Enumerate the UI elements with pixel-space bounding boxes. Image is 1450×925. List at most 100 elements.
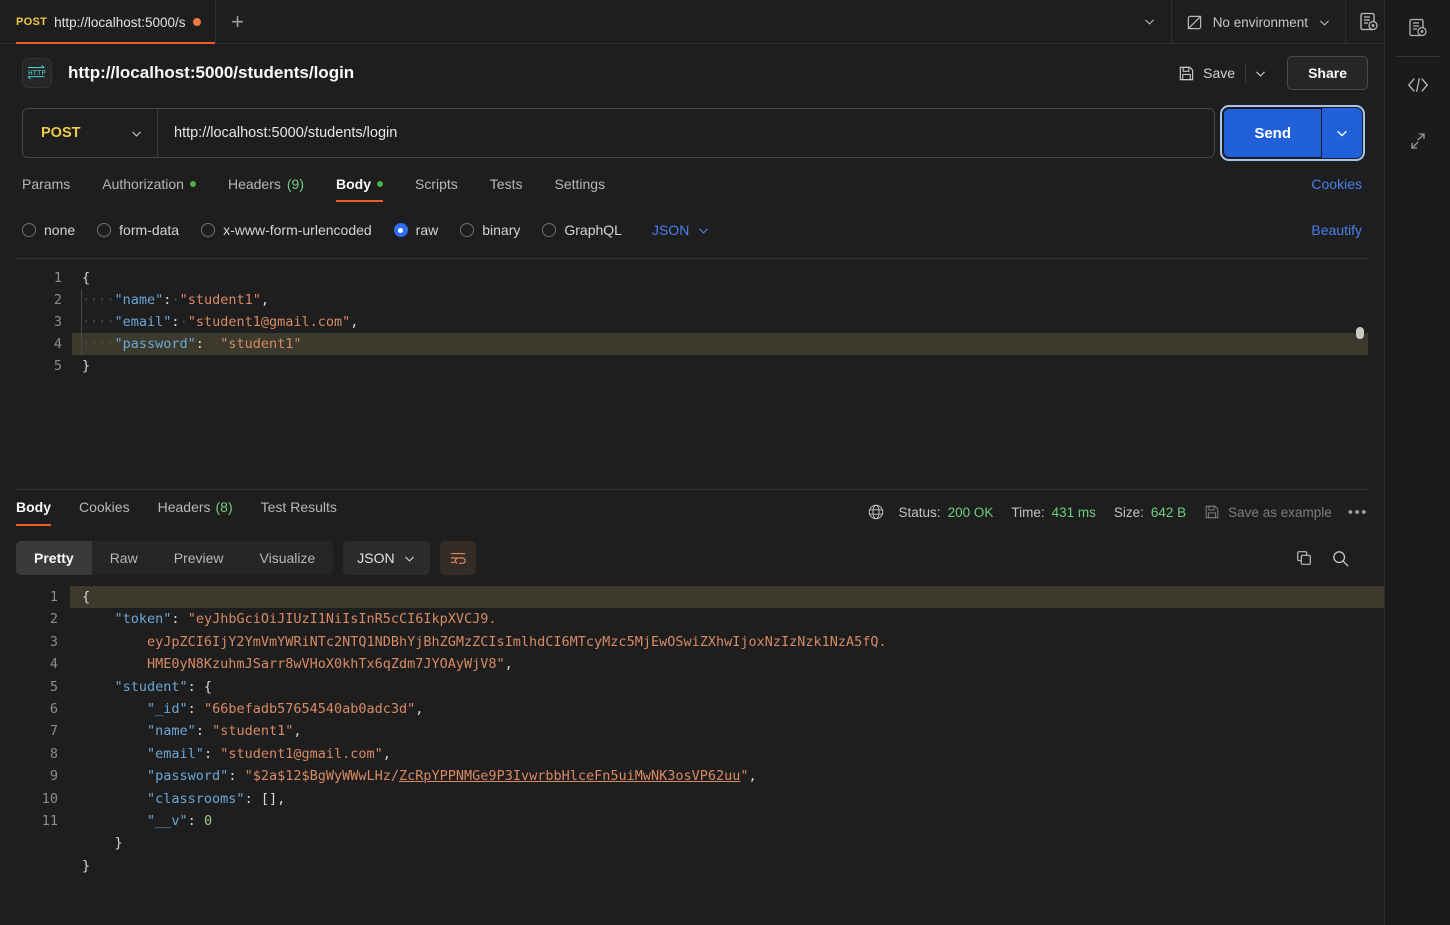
body-type-urlencoded[interactable]: x-www-form-urlencoded <box>201 222 372 238</box>
response-line-10: } <box>114 835 123 852</box>
body-format-selector[interactable]: JSON <box>652 222 710 238</box>
body-type-form-data-label: form-data <box>119 222 180 238</box>
request-tab-active[interactable]: POST http://localhost:5000/s <box>0 0 216 44</box>
response-tab-test-results[interactable]: Test Results <box>261 499 337 526</box>
line-number: 8 <box>49 745 58 762</box>
cookies-link[interactable]: Cookies <box>1311 176 1362 202</box>
save-label: Save <box>1203 65 1236 81</box>
tab-headers-label: Headers <box>227 176 281 192</box>
code-snippet-button[interactable] <box>1385 57 1450 113</box>
view-visualize-button[interactable]: Visualize <box>242 541 334 575</box>
size-label: Size: <box>1113 504 1144 520</box>
radio-graphql-icon <box>542 223 557 237</box>
response-line-2: "token": "eyJhbGciOiJIUzI1NiIsInR5cCI6Ik… <box>114 611 497 628</box>
environment-quick-look-button[interactable] <box>1345 0 1384 44</box>
status-badge: Status: 200 OK <box>899 505 994 520</box>
new-tab-button[interactable]: + <box>216 0 260 44</box>
status-value: 200 OK <box>947 504 994 520</box>
line-number: 3 <box>49 633 58 650</box>
response-tab-cookies-label: Cookies <box>79 498 130 515</box>
response-line-2-wrap-a: eyJpZCI6IjY2YmVmYWRiNTc2NTQ1NDBhYjBhZGMz… <box>70 631 1384 653</box>
body-type-raw[interactable]: raw <box>393 222 438 238</box>
body-type-row: none form-data x-www-form-urlencoded raw… <box>0 210 1384 250</box>
tab-params-label: Params <box>22 176 71 192</box>
response-tab-headers[interactable]: Headers (8) <box>158 499 233 526</box>
response-line-5: "name": "student1", <box>147 723 302 740</box>
response-line-9: "__v": 0 <box>147 813 213 830</box>
save-options-chevron-down-icon[interactable] <box>1245 63 1275 83</box>
response-line-6: "email": "student1@gmail.com", <box>147 745 391 762</box>
method-selector[interactable]: POST <box>23 109 158 157</box>
response-more-options-button[interactable]: ••• <box>1348 504 1368 521</box>
network-globe-icon[interactable] <box>867 503 885 521</box>
wrap-lines-button[interactable] <box>439 541 476 575</box>
right-sidebar <box>1384 0 1450 925</box>
expand-collapse-button[interactable] <box>1385 113 1450 169</box>
tab-headers[interactable]: Headers (9) <box>228 176 304 202</box>
response-tab-test-results-label: Test Results <box>260 498 337 515</box>
send-button[interactable]: Send <box>1223 108 1322 158</box>
response-code: { "token": "eyJhbGciOiJIUzI1NiIsInR5cCI6… <box>70 586 1384 882</box>
copy-icon <box>1295 549 1313 567</box>
request-editor-scrollbar[interactable] <box>1356 327 1364 339</box>
view-raw-button[interactable]: Raw <box>92 541 156 575</box>
beautify-button[interactable]: Beautify <box>1311 222 1362 238</box>
body-type-none-label: none <box>44 222 76 238</box>
line-number: 7 <box>49 723 58 740</box>
search-response-button[interactable] <box>1322 541 1358 575</box>
response-format-label: JSON <box>357 550 395 566</box>
response-tab-body[interactable]: Body <box>16 499 51 526</box>
tab-authorization[interactable]: Authorization <box>102 176 196 202</box>
response-tab-body-label: Body <box>16 498 51 515</box>
body-type-form-data[interactable]: form-data <box>97 222 179 238</box>
save-button[interactable]: Save <box>1168 58 1245 89</box>
tab-settings[interactable]: Settings <box>554 176 605 202</box>
request-editor-code[interactable]: { ····"name":·"student1", ····"email":·"… <box>72 259 1368 489</box>
environment-quick-look-rail-button[interactable] <box>1385 0 1450 56</box>
token-part-2: eyJpZCI6IjY2YmVmYWRiNTc2NTQ1NDBhYjBhZGMz… <box>147 633 887 650</box>
tab-headers-count: (9) <box>286 176 304 192</box>
time-value: 431 ms <box>1051 504 1096 520</box>
environment-label: No environment <box>1212 14 1308 30</box>
response-view-segmented-control: Pretty Raw Preview Visualize <box>16 541 334 575</box>
method-chevron-down-icon <box>130 127 143 140</box>
response-view-toolbar: Pretty Raw Preview Visualize JSON <box>0 534 1384 582</box>
line-number: 10 <box>41 790 58 807</box>
response-format-selector[interactable]: JSON <box>343 541 430 575</box>
time-badge: Time: 431 ms <box>1011 505 1096 520</box>
view-pretty-button[interactable]: Pretty <box>16 541 92 575</box>
response-tab-cookies[interactable]: Cookies <box>79 499 130 526</box>
line-number: 5 <box>53 358 62 374</box>
copy-response-button[interactable] <box>1286 541 1322 575</box>
share-button[interactable]: Share <box>1287 56 1368 90</box>
body-type-none[interactable]: none <box>22 222 75 238</box>
student-email-value: student1@gmail.com <box>228 745 375 762</box>
request-body-editor[interactable]: 1 2 3 4 5 { ····"name":·"student1", ····… <box>16 258 1368 490</box>
view-preview-button[interactable]: Preview <box>156 541 242 575</box>
save-disk-icon <box>1178 65 1195 82</box>
body-type-binary[interactable]: binary <box>460 222 520 238</box>
body-type-graphql[interactable]: GraphQL <box>542 222 622 238</box>
environment-selector[interactable]: No environment <box>1170 0 1345 44</box>
password-hash-link[interactable]: ZcRpYPPNMGe9P3IvwrbbHlceFn5uiMwNK3osVP62… <box>399 768 740 784</box>
body-type-binary-label: binary <box>482 222 521 238</box>
radio-binary-icon <box>460 223 475 237</box>
send-options-chevron-down-icon[interactable] <box>1322 108 1362 158</box>
response-line-4: "_id": "66befadb57654540ab0adc3d", <box>147 701 424 718</box>
student-name-value: student1 <box>220 723 286 740</box>
response-tab-headers-count: (8) <box>215 498 233 515</box>
body-type-graphql-label: GraphQL <box>564 222 622 238</box>
response-body-viewer[interactable]: 1 2 3 4 5 6 7 8 9 10 11 { "token": "eyJh… <box>0 582 1384 882</box>
time-label: Time: <box>1011 504 1045 520</box>
tab-tests[interactable]: Tests <box>490 176 523 202</box>
response-line-1: { <box>70 586 1384 609</box>
save-as-example-button[interactable]: Save as example <box>1204 504 1332 520</box>
url-bar: POST http://localhost:5000/students/logi… <box>22 108 1216 158</box>
tab-list-chevron-down-icon[interactable] <box>1129 0 1171 43</box>
code-line-3: ····"email":·"student1@gmail.com", <box>82 314 359 330</box>
save-as-example-disk-icon <box>1204 504 1220 520</box>
url-input[interactable]: http://localhost:5000/students/login <box>158 109 1214 157</box>
tab-body[interactable]: Body <box>336 176 383 202</box>
tab-scripts[interactable]: Scripts <box>415 176 458 202</box>
tab-params[interactable]: Params <box>22 176 70 202</box>
